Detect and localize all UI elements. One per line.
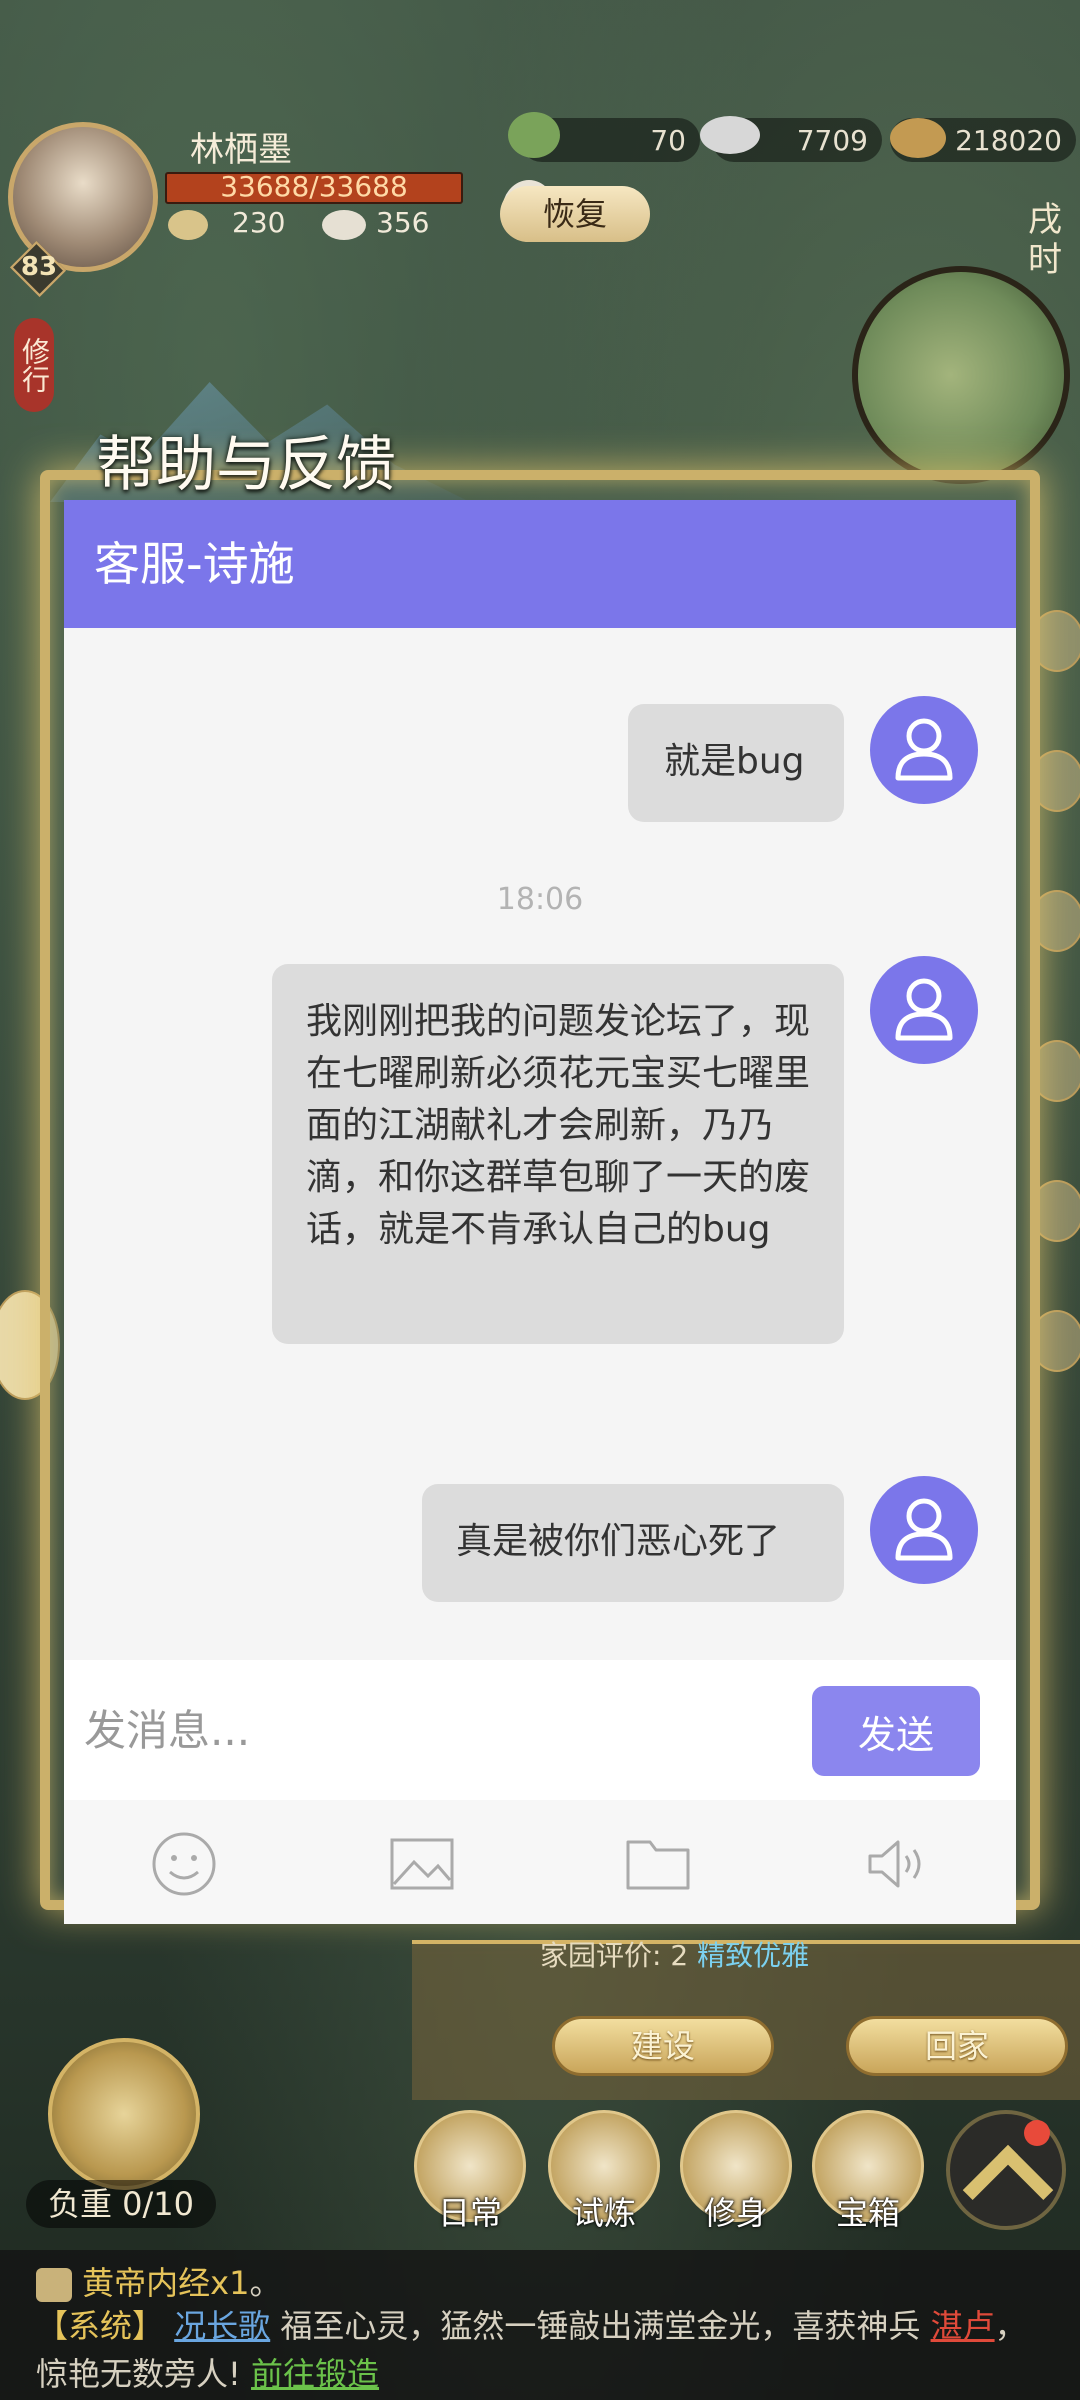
rice-bowl-icon [168,210,208,240]
minimap[interactable] [852,266,1070,484]
chat-window: 客服-诗施 就是bug 18:06 我刚刚把我的问题发论坛了，现在七曜刷新必须花… [64,500,1016,1924]
log-player-link[interactable]: 况长歌 [174,2307,270,2345]
user-icon [895,978,953,1041]
level-text: 83 [20,252,58,282]
yard-rating-link[interactable]: 精致优雅 [697,1939,809,1972]
log-forge-link[interactable]: 前往锻造 [251,2355,379,2393]
basket-icon[interactable] [48,2038,200,2190]
time-of-day: 戌时 [1028,200,1062,280]
copper-value: 218020 [955,123,1062,157]
jade-icon [508,112,560,158]
user-icon [895,718,953,781]
bun-icon [322,210,366,240]
user-avatar[interactable] [870,696,978,804]
user-avatar[interactable] [870,956,978,1064]
image-icon[interactable] [386,1828,458,1900]
nav-chest[interactable]: 宝箱 [808,2110,928,2240]
bun-count: 356 [376,206,430,239]
log-line-2: 【系统】 况长歌 福至心灵，猛然一锤敲出满堂金光，喜获神兵 湛卢，惊艳无数旁人!… [36,2302,1046,2398]
system-log: 黄帝内经x1。 【系统】 况长歌 福至心灵，猛然一锤敲出满堂金光，喜获神兵 湛卢… [0,2250,1080,2400]
dialog-title: 帮助与反馈 [96,430,396,500]
chat-header: 客服-诗施 [64,500,1016,628]
message-input[interactable] [84,1690,764,1770]
log-item-end: 。 [249,2264,282,2302]
log-item: 黄帝内经x1 [82,2264,250,2302]
nav-trial-label: 试炼 [571,2194,636,2232]
nav-trial[interactable]: 试炼 [544,2110,664,2240]
folder-icon[interactable] [622,1828,694,1900]
nav-cultivate-label: 修身 [703,2194,768,2232]
nav-chest-label: 宝箱 [835,2194,900,2232]
hp-text: 33688/33688 [220,170,408,203]
message-bubble: 我刚刚把我的问题发论坛了，现在七曜刷新必须花元宝买七曜里面的江湖献礼才会刷新，乃… [272,964,844,1344]
log-text-1: 福至心灵，猛然一锤敲出满堂金光，喜获神兵 [280,2307,921,2345]
silver-ingot-icon [700,116,760,154]
emoji-icon[interactable] [148,1828,220,1900]
jade-value: 70 [650,123,686,157]
log-weapon-link[interactable]: 湛卢 [931,2307,995,2345]
log-system-tag: 【系统】 [36,2307,165,2345]
nav-daily[interactable]: 日常 [410,2110,530,2240]
message-bubble: 真是被你们恶心死了 [422,1484,844,1602]
notification-dot [1024,2120,1050,2146]
message-bubble: 就是bug [628,704,844,822]
user-avatar[interactable] [870,1476,978,1584]
send-button[interactable]: 发送 [812,1686,980,1776]
player-name: 林栖墨 [190,130,292,170]
silver-value: 7709 [796,123,868,157]
build-button[interactable]: 建设 [552,2016,774,2076]
yard-rating-count: 2 [670,1939,689,1972]
message-input-bar: 发送 [64,1660,1016,1800]
scroll-icon [36,2268,72,2302]
yard-rating: 家园评价: 2 精致优雅 [540,1934,809,1974]
cultivate-tag[interactable]: 修行 [14,318,54,412]
recover-button[interactable]: 恢复 [500,186,650,242]
nav-cultivate[interactable]: 修身 [676,2110,796,2240]
timestamp: 18:06 [496,882,584,917]
voice-icon[interactable] [862,1828,934,1900]
go-home-button[interactable]: 回家 [846,2016,1068,2076]
chat-toolbar [64,1800,1016,1924]
log-line-1: 黄帝内经x1。 [36,2258,282,2304]
copper-coin-icon [890,118,946,158]
load-weight: 负重 0/10 [26,2180,216,2228]
top-hud: 83 林栖墨 33688/33688 230 356 70 7709 21802… [0,0,1080,412]
user-icon [895,1498,953,1561]
food-count: 230 [232,206,286,239]
nav-daily-label: 日常 [437,2194,502,2232]
yard-rating-label: 家园评价: [540,1939,662,1972]
